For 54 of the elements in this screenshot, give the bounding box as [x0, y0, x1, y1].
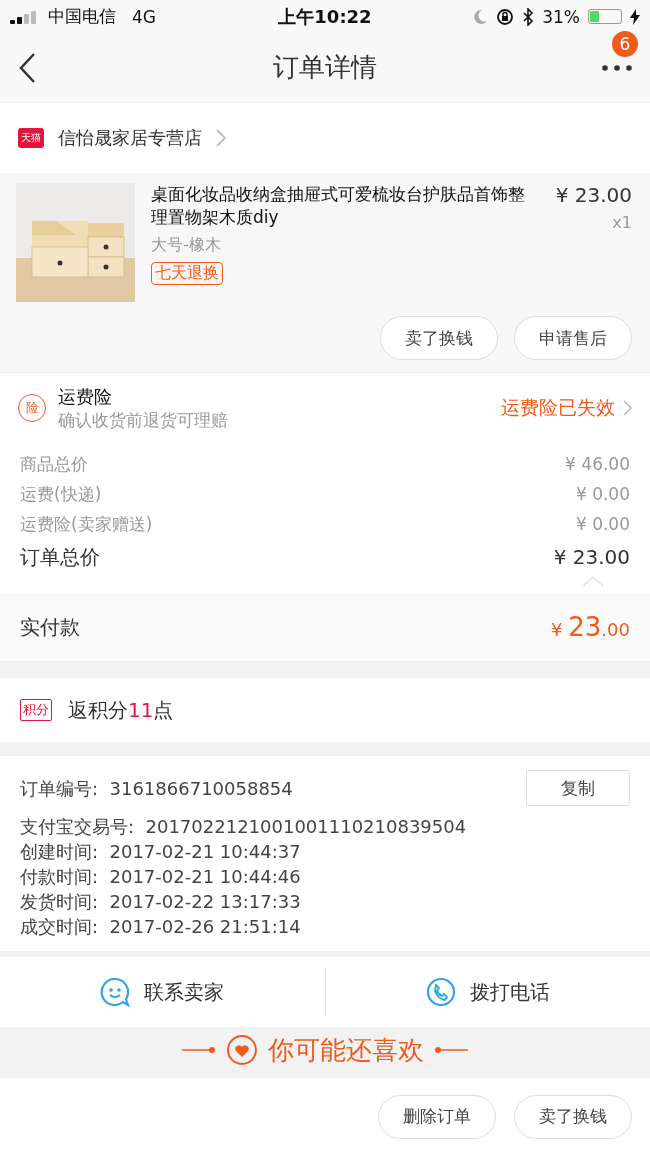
back-icon[interactable] — [18, 51, 36, 84]
product-variant: 大号-橡木 — [151, 235, 222, 256]
order-info-row-text: 成交时间: 2017-02-26 21:51:14 — [20, 915, 302, 939]
store-name[interactable]: 信怡晟家居专营店 — [58, 126, 202, 150]
points-text: 返积分11点 — [68, 696, 174, 724]
recommend-title: 你可能还喜欢 — [268, 1033, 424, 1067]
insurance-title: 运费险 — [58, 384, 113, 409]
divider-ornament-icon — [434, 1046, 468, 1054]
product-quantity: x1 — [611, 213, 632, 232]
chevron-right-icon — [623, 400, 632, 416]
product-title[interactable]: 桌面化妆品收纳盒抽屉式可爱梳妆台护肤品首饰整理置物架木质diy — [151, 183, 540, 229]
divider-ornament-icon — [182, 1046, 216, 1054]
cost-value: ¥ 46.00 — [565, 454, 630, 474]
caret-up-icon — [582, 575, 604, 587]
moon-icon — [472, 8, 489, 25]
tmall-badge: 天猫 — [18, 128, 44, 148]
product-price: ¥ 23.00 — [555, 183, 632, 207]
points-badge: 积分 — [20, 699, 52, 721]
paid-label: 实付款 — [20, 613, 80, 641]
battery-icon — [588, 9, 622, 24]
order-action-button[interactable]: 卖了换钱 — [514, 1094, 632, 1139]
phone-icon — [425, 977, 456, 1007]
more-icon[interactable] — [602, 64, 632, 71]
charging-icon — [630, 8, 640, 25]
order-action-button[interactable]: 删除订单 — [378, 1094, 496, 1139]
order-info-row-text: 创建时间: 2017-02-21 10:44:37 — [20, 840, 302, 864]
order-info-row-text: 发货时间: 2017-02-22 13:17:33 — [20, 890, 302, 914]
network-label: 4G — [132, 6, 156, 27]
carrier-label: 中国电信 — [48, 5, 116, 28]
cost-label: 运费(快递) — [20, 482, 102, 506]
total-label: 订单总价 — [20, 543, 100, 571]
cost-label: 商品总价 — [20, 452, 88, 476]
clock-time: 上午10:22 — [278, 5, 372, 27]
paid-amount: ¥ 23.00 — [551, 612, 630, 642]
chat-icon — [100, 977, 131, 1007]
rotation-lock-icon — [496, 7, 515, 26]
chevron-right-icon — [216, 129, 226, 147]
copy-button[interactable]: 复制 — [526, 770, 630, 806]
order-info-row-text: 付款时间: 2017-02-21 10:44:46 — [20, 865, 302, 889]
contact-button[interactable]: 联系卖家 — [0, 957, 325, 1027]
battery-percent: 31% — [542, 6, 580, 27]
page-title: 订单详情 — [273, 52, 377, 82]
product-action-button[interactable]: 申请售后 — [514, 316, 632, 360]
contact-button[interactable]: 拨打电话 — [325, 957, 650, 1027]
cost-label: 运费险(卖家赠送) — [20, 512, 153, 536]
insurance-subtitle: 确认收货前退货可理赔 — [58, 408, 229, 432]
order-info-row-text: 订单编号: 3161866710058854 — [20, 776, 293, 801]
cost-value: ¥ 0.00 — [575, 484, 630, 504]
cost-value: ¥ 0.00 — [575, 514, 630, 534]
product-action-button[interactable]: 卖了换钱 — [380, 316, 498, 360]
order-info-row-text: 支付宝交易号: 2017022121001001110210839504 — [20, 815, 468, 839]
total-value: ¥ 23.00 — [553, 545, 630, 569]
return-policy-tag: 七天退换 — [151, 262, 223, 285]
bluetooth-icon — [522, 7, 535, 26]
